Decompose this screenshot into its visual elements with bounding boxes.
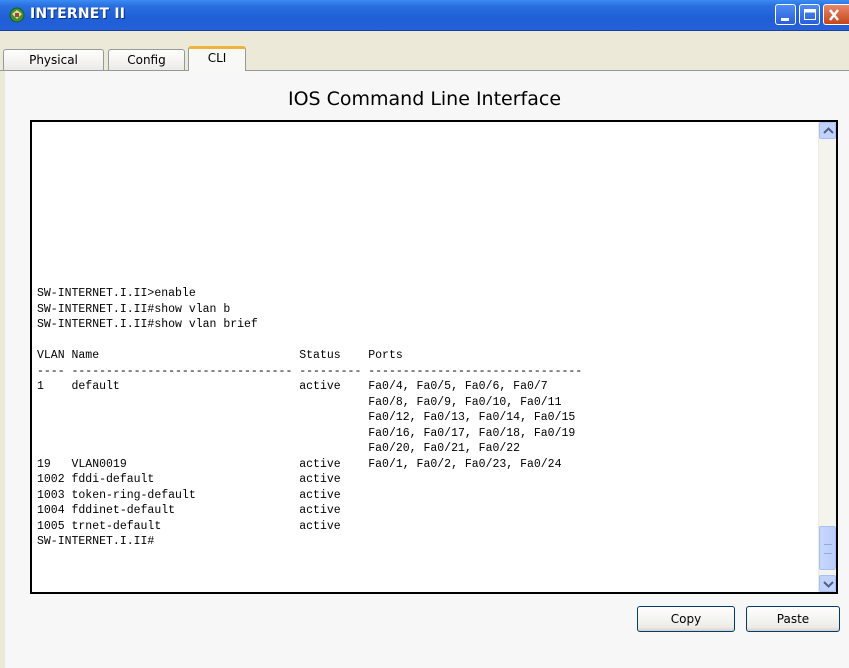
scrollbar-thumb[interactable] [819, 526, 836, 570]
minimize-button[interactable] [775, 4, 796, 25]
close-button[interactable] [823, 4, 849, 25]
panel-heading: IOS Command Line Interface [287, 88, 562, 110]
scrollbar-grip [824, 544, 832, 554]
title-bar[interactable]: INTERNET II [0, 0, 849, 31]
minimize-icon [781, 18, 789, 21]
maximize-icon [804, 9, 816, 20]
close-icon [829, 9, 839, 21]
vertical-scrollbar[interactable] [818, 122, 836, 592]
scroll-up-button[interactable] [819, 122, 836, 139]
chevron-down-icon [823, 581, 834, 588]
tab-cli[interactable]: CLI [188, 46, 246, 71]
network-device-icon [9, 7, 25, 23]
tab-physical[interactable]: Physical [3, 49, 104, 70]
maximize-button[interactable] [799, 4, 820, 25]
copy-button[interactable]: Copy [637, 606, 735, 632]
paste-button[interactable]: Paste [746, 606, 840, 632]
scroll-down-button[interactable] [819, 575, 836, 592]
cli-window: INTERNET II Physical Config CLI IOS Comm… [0, 0, 849, 668]
tab-config[interactable]: Config [108, 49, 185, 70]
terminal-area[interactable]: SW-INTERNET.I.II>enable SW-INTERNET.I.II… [30, 120, 838, 594]
chevron-up-icon [823, 127, 834, 134]
window-title: INTERNET II [30, 6, 126, 22]
terminal-output[interactable]: SW-INTERNET.I.II>enable SW-INTERNET.I.II… [37, 286, 817, 592]
